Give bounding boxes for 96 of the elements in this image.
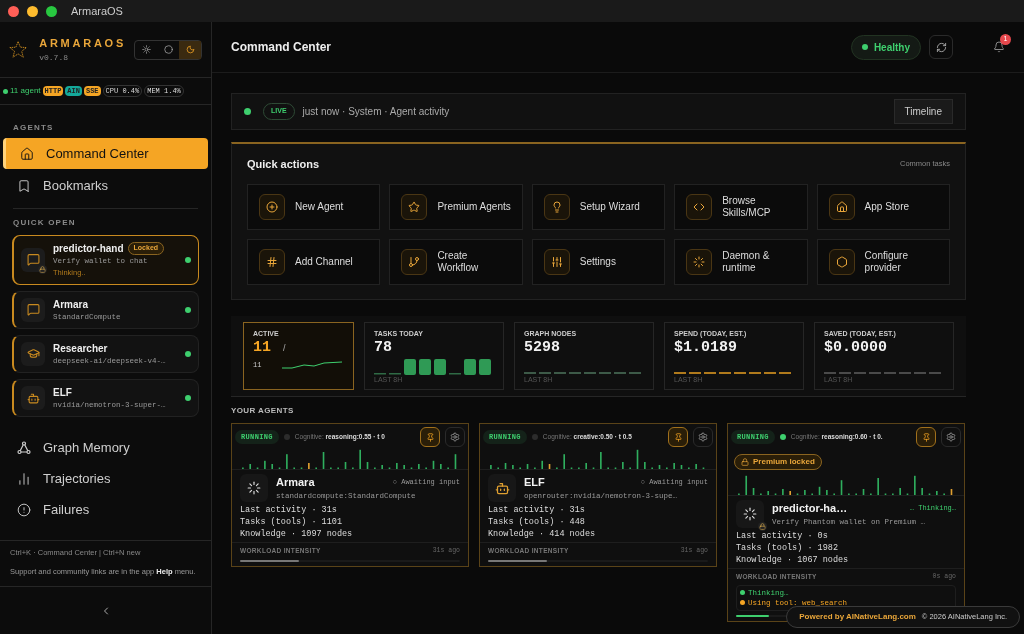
bulb-icon bbox=[550, 201, 563, 213]
quick-action-tile[interactable]: Create Workflow bbox=[389, 239, 523, 285]
agent-name: ELF bbox=[524, 475, 545, 491]
close-button[interactable] bbox=[8, 5, 19, 17]
agent-stat: Tasks (tools) · 448 bbox=[488, 516, 586, 528]
nav-item[interactable]: Command Center bbox=[3, 138, 208, 169]
chart-icon bbox=[17, 471, 31, 486]
agent-count: 11 agent bbox=[10, 85, 41, 97]
brand-name: ARMARAOS bbox=[39, 36, 126, 52]
settings-button[interactable] bbox=[693, 427, 713, 447]
pin-icon bbox=[921, 432, 931, 442]
hash-icon bbox=[266, 256, 278, 268]
theme-button[interactable] bbox=[179, 40, 201, 59]
zoom-button[interactable] bbox=[46, 5, 57, 17]
quick-action-tile[interactable]: Configure provider bbox=[816, 239, 950, 285]
quick-action-tile[interactable]: Daemon & runtime bbox=[674, 239, 808, 285]
notifications-bell-icon[interactable] bbox=[993, 41, 1005, 53]
settings-button[interactable] bbox=[445, 427, 465, 447]
quick-action-tile[interactable]: Setup Wizard bbox=[531, 184, 666, 230]
page-title: Command Center bbox=[231, 39, 331, 56]
quick-action-tile[interactable]: Settings bbox=[531, 239, 666, 285]
agent-name: Researcher bbox=[53, 341, 108, 356]
sparkle-icon bbox=[247, 481, 261, 495]
nav-item[interactable]: Graph Memory bbox=[3, 432, 208, 463]
moon-icon bbox=[185, 45, 195, 54]
system-icon bbox=[163, 45, 173, 54]
chat-icon bbox=[26, 303, 40, 317]
agent-name: Armara bbox=[53, 297, 89, 312]
alert-icon bbox=[17, 502, 31, 517]
stat-value: 5298 bbox=[524, 339, 560, 356]
hexagon-icon bbox=[835, 256, 848, 268]
quick-action-tile[interactable]: Add Channel bbox=[247, 239, 381, 285]
timeline-button[interactable]: Timeline bbox=[893, 99, 953, 124]
agent-name: Armara bbox=[276, 475, 315, 491]
pin-icon bbox=[673, 432, 683, 442]
settings-icon bbox=[698, 432, 708, 442]
pin-button[interactable] bbox=[916, 427, 936, 447]
section-heading: QUICK OPEN bbox=[12, 217, 77, 229]
agent-stat: Last activity · 31s bbox=[488, 504, 586, 516]
stat-value: $1.0189 bbox=[674, 339, 737, 356]
premium-badge: Premium locked bbox=[734, 454, 822, 470]
section-heading: YOUR AGENTS bbox=[231, 405, 295, 417]
settings-icon bbox=[946, 432, 956, 442]
lock-icon bbox=[38, 264, 47, 274]
pin-icon bbox=[425, 432, 435, 442]
agent-stat: Last activity · 0s bbox=[736, 530, 829, 542]
minimize-button[interactable] bbox=[27, 5, 38, 17]
branch-icon bbox=[408, 256, 421, 268]
settings-icon bbox=[450, 432, 460, 442]
pin-button[interactable] bbox=[420, 427, 440, 447]
nav-item[interactable]: Failures bbox=[3, 494, 208, 525]
code-icon bbox=[693, 201, 706, 213]
settings-button[interactable] bbox=[941, 427, 961, 447]
graph-icon bbox=[17, 440, 31, 455]
agent-stat: Knowledge · 1067 nodes bbox=[736, 554, 850, 566]
sparkle-icon bbox=[743, 507, 757, 521]
star-icon bbox=[408, 201, 421, 213]
loader-icon bbox=[693, 256, 706, 268]
panel-title: Quick actions bbox=[247, 156, 320, 172]
agent-name: ELF bbox=[53, 386, 72, 400]
window-title: ArmaraOS bbox=[71, 3, 123, 19]
sliders-icon bbox=[550, 256, 563, 268]
section-heading: AGENTS bbox=[12, 122, 55, 134]
agent-stat: Tasks (tools) · 1982 bbox=[736, 542, 840, 554]
robot-icon bbox=[26, 391, 40, 405]
sun-icon bbox=[141, 45, 151, 54]
graduation-cap-icon bbox=[26, 347, 40, 361]
health-pill: Healthy bbox=[850, 34, 921, 60]
quick-action-tile[interactable]: New Agent bbox=[247, 184, 381, 230]
refresh-button[interactable] bbox=[929, 35, 953, 59]
nav-item[interactable]: Bookmarks bbox=[3, 170, 208, 201]
quick-action-tile[interactable]: App Store bbox=[816, 184, 950, 230]
nav-item[interactable]: Trajectories bbox=[3, 463, 208, 494]
bookmark-icon bbox=[17, 178, 31, 193]
agent-stat: Tasks (tools) · 1101 bbox=[240, 516, 344, 528]
plus-icon bbox=[266, 201, 278, 213]
agent-stat: Knowledge · 414 nodes bbox=[488, 528, 597, 540]
quick-action-tile[interactable]: Premium Agents bbox=[389, 184, 523, 230]
version-text: v0.7.8 bbox=[39, 51, 70, 64]
quick-action-tile[interactable]: Browse Skills/MCP bbox=[674, 184, 808, 230]
robot-icon bbox=[494, 480, 510, 496]
powered-by-link[interactable]: Powered by AINativeLang.com bbox=[799, 611, 916, 623]
stat-value: 78 bbox=[374, 339, 392, 356]
stat-value: 11 bbox=[253, 339, 271, 356]
refresh-icon bbox=[935, 41, 947, 53]
agent-stat: Knowledge · 1097 nodes bbox=[240, 528, 354, 540]
agent-name: predictor-hand bbox=[53, 242, 124, 256]
agent-name: predictor-ha… bbox=[772, 501, 848, 517]
agent-stat: Last activity · 31s bbox=[240, 504, 338, 516]
stat-separator: / bbox=[283, 342, 286, 355]
chat-icon bbox=[26, 253, 40, 267]
pin-button[interactable] bbox=[668, 427, 688, 447]
home-icon bbox=[20, 146, 34, 161]
active-sparkline bbox=[282, 360, 344, 370]
stat-value: $0.0000 bbox=[824, 339, 887, 356]
activity-text: just now · System · Agent activity bbox=[302, 105, 450, 119]
